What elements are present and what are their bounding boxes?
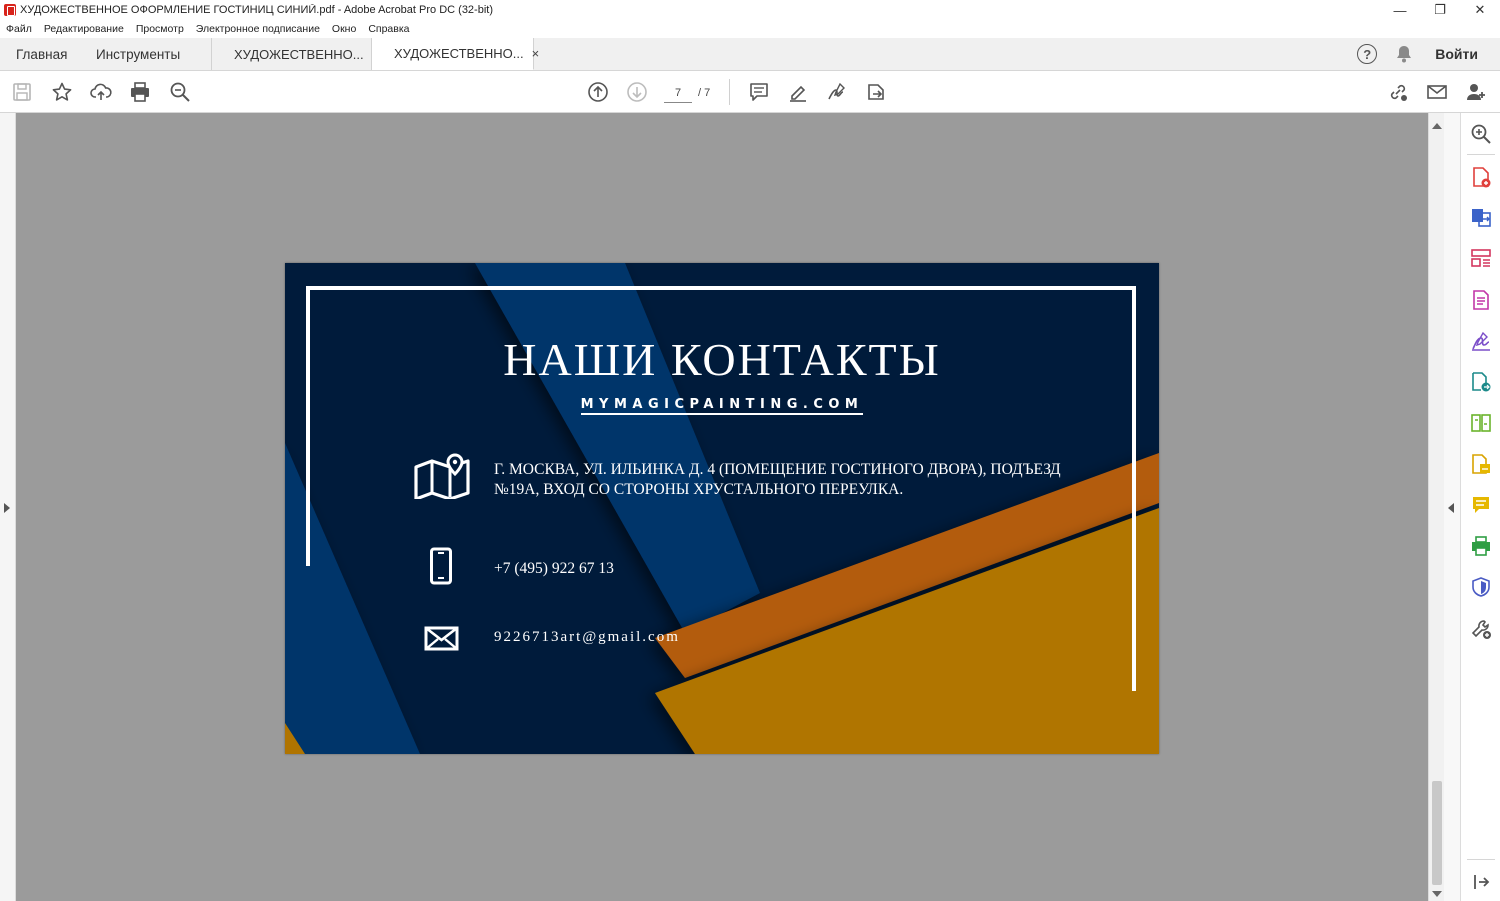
map-location-icon	[413, 453, 471, 499]
tab-document-1-label: ХУДОЖЕСТВЕННО...	[234, 46, 364, 62]
menu-help[interactable]: Справка	[368, 23, 409, 35]
card-website: MYMAGICPAINTING.COM	[285, 397, 1159, 415]
share-send-icon[interactable]	[864, 80, 888, 104]
menu-window[interactable]: Окно	[332, 23, 356, 35]
create-pdf-icon[interactable]	[1470, 166, 1492, 188]
next-page-icon[interactable]	[625, 80, 649, 104]
tab-document-2[interactable]: ХУДОЖЕСТВЕННО... ×	[372, 38, 539, 70]
email-envelope-icon[interactable]	[1425, 80, 1449, 104]
restore-button[interactable]: ❐	[1420, 0, 1460, 20]
compare-files-icon[interactable]	[1470, 412, 1492, 434]
tab-home[interactable]: Главная	[0, 38, 82, 70]
zoom-in-search-icon[interactable]	[1470, 123, 1492, 145]
tab-close-icon[interactable]: ×	[532, 46, 540, 61]
more-tools-wrench-icon[interactable]	[1470, 618, 1492, 640]
export-pdf-icon[interactable]	[1470, 206, 1492, 228]
comment-icon[interactable]	[747, 80, 771, 104]
close-window-button[interactable]: ✕	[1460, 0, 1500, 20]
card-address: Г. МОСКВА, УЛ. ИЛЬИНКА Д. 4 (ПОМЕЩЕНИЕ Г…	[494, 461, 1061, 498]
add-user-icon[interactable]	[1464, 80, 1488, 104]
left-panel-toggle[interactable]	[0, 113, 16, 901]
window-titlebar: ХУДОЖЕСТВЕННОЕ ОФОРМЛЕНИЕ ГОСТИНИЦ СИНИЙ…	[0, 0, 1500, 20]
panel-divider	[1467, 154, 1495, 155]
tab-document-1[interactable]: ХУДОЖЕСТВЕННО...	[212, 38, 372, 70]
panel-divider	[1467, 859, 1495, 860]
send-for-review-icon[interactable]	[1470, 371, 1492, 393]
menu-view[interactable]: Просмотр	[136, 23, 184, 35]
vertical-scrollbar[interactable]	[1428, 113, 1444, 901]
notifications-bell-icon[interactable]	[1395, 44, 1413, 64]
fill-sign-icon[interactable]	[1470, 330, 1492, 352]
card-phone: +7 (495) 922 67 13	[494, 560, 614, 577]
expand-left-panel-icon	[4, 503, 10, 513]
card-website-text: MYMAGICPAINTING.COM	[580, 397, 864, 415]
comment-panel-icon[interactable]	[1470, 494, 1492, 516]
main-toolbar: / 7	[0, 71, 1500, 113]
print-production-icon[interactable]	[1470, 535, 1492, 557]
request-signatures-icon[interactable]	[1470, 453, 1492, 475]
cloud-upload-icon[interactable]	[89, 80, 113, 104]
protect-shield-icon[interactable]	[1470, 576, 1492, 598]
email-icon	[424, 626, 459, 651]
mobile-phone-icon	[429, 547, 453, 585]
share-link-icon[interactable]	[1386, 80, 1410, 104]
sign-pen-icon[interactable]	[825, 80, 849, 104]
card-frame-left	[306, 286, 310, 566]
pdf-page: НАШИ КОНТАКТЫ MYMAGICPAINTING.COM Г. МОС…	[285, 263, 1159, 754]
right-panel-toggle[interactable]	[1444, 113, 1460, 901]
card-title: НАШИ КОНТАКТЫ	[503, 334, 941, 385]
tab-document-2-label: ХУДОЖЕСТВЕННО...	[394, 46, 524, 61]
right-tools-panel	[1460, 113, 1500, 901]
tab-tools[interactable]: Инструменты	[82, 38, 212, 70]
menu-file[interactable]: Файл	[6, 23, 32, 35]
page-total: / 7	[698, 87, 711, 99]
collapse-panel-icon[interactable]	[1470, 871, 1492, 893]
edit-pdf-icon[interactable]	[1470, 289, 1492, 311]
print-icon[interactable]	[128, 80, 152, 104]
toolbar-divider	[729, 79, 730, 105]
save-icon[interactable]	[10, 80, 34, 104]
card-frame-top	[306, 286, 1136, 290]
page-number-input[interactable]	[664, 83, 692, 103]
bookmark-star-icon[interactable]	[50, 80, 74, 104]
menu-bar: Файл Редактирование Просмотр Электронное…	[0, 20, 1500, 38]
tab-bar: Главная Инструменты ХУДОЖЕСТВЕННО... ХУД…	[0, 38, 1500, 71]
page-navigation: / 7	[664, 83, 716, 103]
zoom-out-search-icon[interactable]	[168, 80, 192, 104]
window-title: ХУДОЖЕСТВЕННОЕ ОФОРМЛЕНИЕ ГОСТИНИЦ СИНИЙ…	[20, 4, 493, 16]
menu-edit[interactable]: Редактирование	[44, 23, 124, 35]
login-button[interactable]: Войти	[1435, 46, 1478, 62]
collapse-right-panel-icon	[1448, 503, 1454, 513]
help-icon[interactable]: ?	[1357, 44, 1378, 64]
previous-page-icon[interactable]	[586, 80, 610, 104]
scroll-down-arrow-icon[interactable]	[1432, 891, 1442, 897]
organize-pages-icon[interactable]	[1470, 247, 1492, 269]
window-controls: — ❐ ✕	[1380, 0, 1500, 20]
minimize-button[interactable]: —	[1380, 0, 1420, 20]
scroll-up-arrow-icon[interactable]	[1432, 123, 1442, 129]
menu-e-sign[interactable]: Электронное подписание	[196, 23, 320, 35]
card-email: 9226713art@gmail.com	[494, 629, 680, 645]
acrobat-app-icon	[4, 4, 16, 16]
highlight-pen-icon[interactable]	[786, 80, 810, 104]
scrollbar-thumb[interactable]	[1432, 781, 1442, 885]
